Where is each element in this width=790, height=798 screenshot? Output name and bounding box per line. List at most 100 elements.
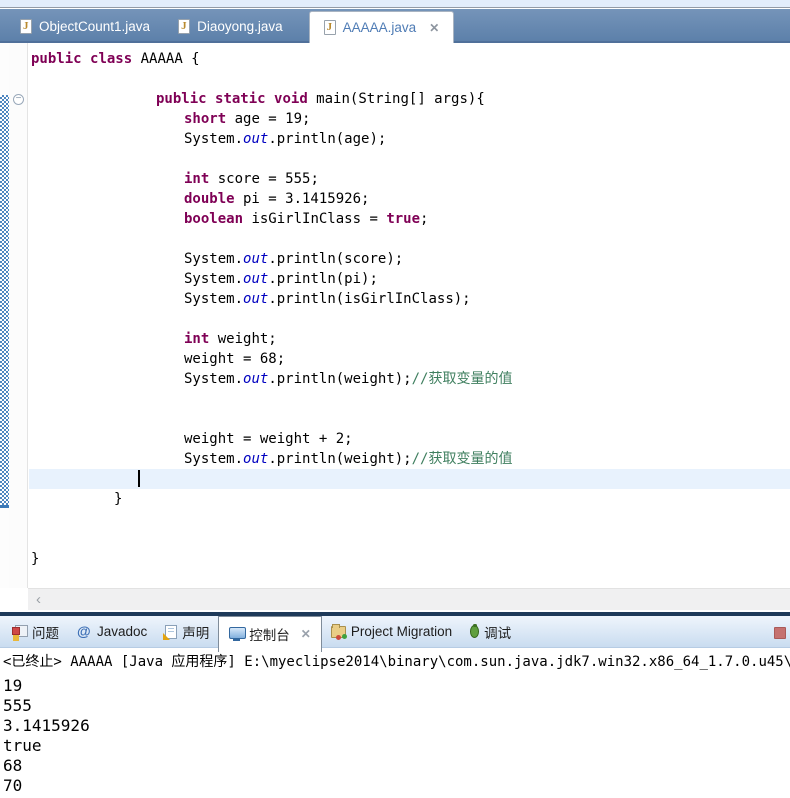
code-segment: out <box>243 271 269 287</box>
code-line[interactable]: } <box>29 549 790 569</box>
code-line[interactable]: double pi = 3.1415926; <box>29 189 790 209</box>
code-line[interactable]: System.out.println(isGirlInClass); <box>29 289 790 309</box>
console-output-line: 3.1415926 <box>3 716 90 735</box>
code-line[interactable] <box>29 509 790 529</box>
window-top-strip <box>0 0 790 8</box>
declaration-icon <box>163 624 178 640</box>
view-tab-label: 声明 <box>182 625 210 641</box>
code-line[interactable] <box>29 309 790 329</box>
code-line[interactable] <box>29 469 790 489</box>
code-segment: double <box>184 191 235 207</box>
console-output: 19 555 3.1415926 true 68 70 <box>3 676 790 796</box>
view-tab-declaration[interactable]: 声明 <box>156 616 218 648</box>
editor-tabbar: ObjectCount1.java Diaoyong.java AAAAA.java… <box>0 9 790 43</box>
java-file-icon <box>323 20 336 35</box>
code-segment: pi = 3.1415926; <box>234 191 370 207</box>
code-segment: out <box>243 371 269 387</box>
code-segment: int <box>184 331 210 347</box>
code-segment: public <box>156 91 207 107</box>
code-segment: .println(weight); <box>268 451 412 467</box>
code-line[interactable] <box>29 69 790 89</box>
code-line[interactable]: boolean isGirlInClass = true; <box>29 209 790 229</box>
code-segment: .println(pi); <box>268 271 378 287</box>
code-segment: //获取变量的值 <box>411 371 513 387</box>
code-segment: .println(score); <box>268 251 404 267</box>
terminate-button[interactable] <box>774 627 786 639</box>
code-segment: System. <box>184 251 244 267</box>
close-tab-icon[interactable]: ✕ <box>429 22 439 34</box>
console-output-line: 19 <box>3 676 23 695</box>
code-line[interactable]: System.out.println(weight);//获取变量的值 <box>29 369 790 389</box>
console-view[interactable]: <已终止> AAAAA [Java 应用程序] E:\myeclipse2014… <box>0 648 790 798</box>
code-segment: out <box>243 291 269 307</box>
code-line[interactable]: System.out.println(age); <box>29 129 790 149</box>
code-line[interactable]: public static void main(String[] args){ <box>29 89 790 109</box>
code-line[interactable] <box>29 389 790 409</box>
console-process-title: <已终止> AAAAA [Java 应用程序] E:\myeclipse2014… <box>3 654 790 670</box>
code-segment: void <box>274 91 308 107</box>
editor-tab-label: ObjectCount1.java <box>39 18 151 34</box>
code-line[interactable] <box>29 149 790 169</box>
code-line[interactable]: int score = 555; <box>29 169 790 189</box>
editor-tab[interactable]: ObjectCount1.java <box>6 9 164 43</box>
code-line[interactable]: short age = 19; <box>29 109 790 129</box>
view-tab-project-migration[interactable]: Project Migration <box>322 616 461 648</box>
code-segment: .println(age); <box>268 131 387 147</box>
annotation-ruler <box>0 43 9 588</box>
editor-tab[interactable]: Diaoyong.java <box>164 9 297 43</box>
code-segment: age = 19; <box>226 111 311 127</box>
javadoc-icon <box>77 623 92 639</box>
view-tab-label: 问题 <box>32 625 59 641</box>
editor-tab[interactable]: AAAAA.java ✕ <box>308 11 455 43</box>
view-tab-label: 调试 <box>484 625 512 641</box>
view-tab-label: Project Migration <box>350 624 453 639</box>
code-line[interactable]: weight = weight + 2; <box>29 429 790 449</box>
fold-collapse-icon[interactable]: − <box>13 94 24 105</box>
console-output-line: true <box>3 736 42 755</box>
code-line[interactable]: System.out.println(weight);//获取变量的值 <box>29 449 790 469</box>
code-segment: ; <box>420 211 429 227</box>
view-tab-debug[interactable]: 调试 <box>461 616 520 648</box>
view-tab-problems[interactable]: 问题 <box>3 616 68 648</box>
editor-pane: − public class AAAAA { public static void… <box>0 43 790 588</box>
code-line[interactable]: int weight; <box>29 329 790 349</box>
code-line[interactable] <box>29 529 790 549</box>
scroll-left-icon[interactable]: ‹ <box>28 592 41 607</box>
code-line[interactable]: public class AAAAA { <box>29 49 790 69</box>
code-segment: weight = weight + 2; <box>184 431 353 447</box>
code-segment: System. <box>184 131 244 147</box>
debug-icon <box>468 624 482 638</box>
java-file-icon <box>178 18 191 34</box>
console-output-line: 555 <box>3 696 32 715</box>
code-line[interactable]: System.out.println(score); <box>29 249 790 269</box>
code-segment: weight = 68; <box>184 351 286 367</box>
view-tab-javadoc[interactable]: Javadoc <box>68 616 156 648</box>
code-segment: } <box>114 491 123 507</box>
folding-ruler: − <box>9 43 28 588</box>
code-line[interactable] <box>29 409 790 429</box>
bottom-view-tabbar: 问题 Javadoc 声明 控制台 ✕ Project Migration 调试 <box>0 615 790 652</box>
project-migration-icon <box>330 623 347 639</box>
java-file-icon <box>20 18 32 34</box>
code-line[interactable] <box>29 229 790 249</box>
code-segment: out <box>243 131 269 147</box>
view-tab-console[interactable]: 控制台 ✕ <box>218 615 322 652</box>
code-area[interactable]: public class AAAAA { public static void m… <box>29 43 790 568</box>
code-segment: out <box>243 451 269 467</box>
code-line[interactable]: System.out.println(pi); <box>29 269 790 289</box>
code-segment: boolean <box>184 211 244 227</box>
ide-window: ObjectCount1.java Diaoyong.java AAAAA.java… <box>0 0 790 798</box>
close-view-icon[interactable]: ✕ <box>301 628 311 640</box>
view-tab-label: 控制台 <box>249 628 290 643</box>
console-output-line: 70 <box>3 776 23 795</box>
code-segment: System. <box>184 371 244 387</box>
code-segment: score = 555; <box>209 171 319 187</box>
horizontal-scrollbar[interactable]: ‹ <box>28 588 790 610</box>
code-line[interactable]: weight = 68; <box>29 349 790 369</box>
method-range-indicator <box>0 95 9 508</box>
code-line[interactable]: } <box>29 489 790 509</box>
editor-tab-label: Diaoyong.java <box>197 18 283 34</box>
